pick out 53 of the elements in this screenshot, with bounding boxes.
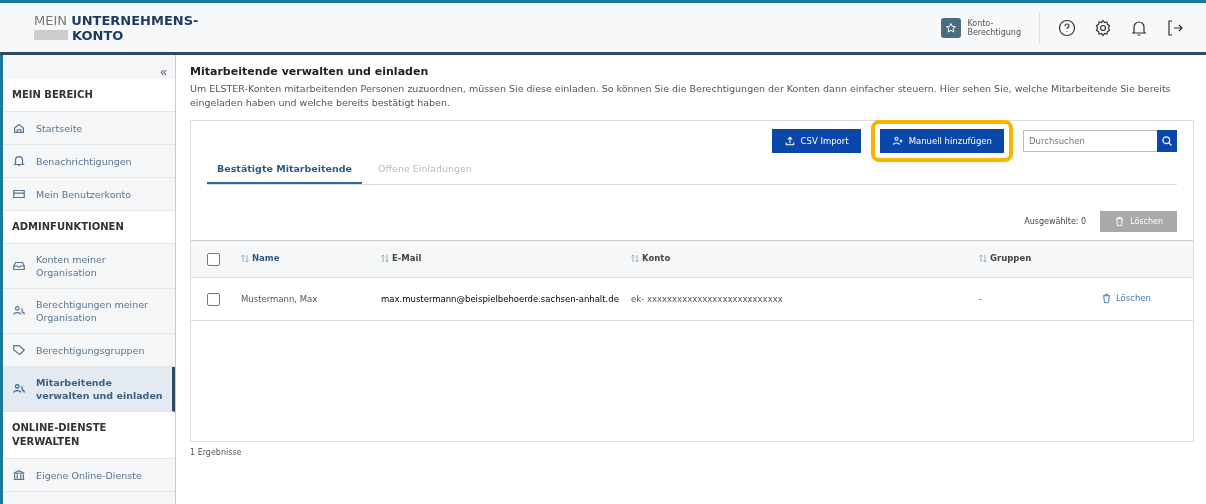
section-heading: ONLINE-DIENSTE VERWALTEN bbox=[3, 412, 175, 459]
result-count: 1 Ergebnisse bbox=[190, 447, 243, 459]
column-header[interactable]: E-Mail bbox=[392, 253, 422, 264]
bank-icon bbox=[12, 468, 26, 482]
help-icon[interactable] bbox=[1058, 18, 1076, 37]
people-icon bbox=[12, 382, 26, 396]
tag-icon bbox=[12, 343, 26, 357]
column-header[interactable]: Konto bbox=[642, 253, 671, 264]
selection-count: Ausgewählte: 0 bbox=[1024, 217, 1087, 226]
sidebar-item[interactable]: Konten meiner Organisation bbox=[3, 244, 175, 289]
action-button[interactable]: CSV Import bbox=[771, 129, 861, 153]
table-cell: - bbox=[979, 294, 983, 304]
select-all-checkbox[interactable] bbox=[206, 252, 220, 266]
intro-text: Um ELSTER-Konten mitarbeitenden Personen zuzuordnen, müssen Sie diese einladen. So können Sie die Berechtigungen der Konten dann einfacher steuern. Hier sehen Sie, welche Mitarbeitende Sie bereits eingeladen haben und welche bereits bestätigt haben. bbox=[190, 82, 1172, 110]
trash-icon bbox=[1101, 292, 1112, 304]
page-title: Mitarbeitende verwalten und einladen bbox=[190, 65, 430, 78]
people-icon bbox=[12, 304, 26, 318]
sidebar-item[interactable]: Berechtigungen meiner Organisation bbox=[3, 289, 175, 334]
table-cell: ek- xxxxxxxxxxxxxxxxxxxxxxxxxxx bbox=[631, 294, 783, 304]
logo-text: UNTERNEHMENS- bbox=[71, 12, 199, 28]
person-add-icon bbox=[891, 135, 904, 147]
table-cell: Mustermann, Max bbox=[241, 294, 318, 304]
section-heading: ADMINFUNKTIONEN bbox=[3, 211, 175, 244]
delete-link[interactable]: Löschen bbox=[1089, 292, 1151, 304]
star-icon bbox=[945, 21, 958, 34]
column-header[interactable]: Gruppen bbox=[990, 253, 1032, 264]
trash-icon bbox=[1114, 216, 1126, 227]
sidebar-item[interactable]: Mitarbeitende verwalten und einladen bbox=[3, 367, 175, 412]
settings-icon[interactable] bbox=[1094, 18, 1112, 37]
table-cell: max.mustermann@beispielbehoerde.sachsen-anhalt.de bbox=[381, 294, 619, 304]
collapse-button[interactable]: « bbox=[160, 65, 167, 79]
search-icon bbox=[1161, 135, 1173, 147]
search-button[interactable] bbox=[1157, 130, 1177, 152]
search-field[interactable]: Durchsuchen bbox=[1023, 130, 1157, 152]
home-icon bbox=[12, 121, 26, 135]
upload-icon bbox=[783, 135, 796, 147]
logo-text: MEIN bbox=[34, 12, 67, 28]
logo-text: KONTO bbox=[72, 27, 124, 43]
sidebar-item[interactable]: Benachrichtigungen bbox=[3, 145, 175, 178]
logo-bar bbox=[34, 30, 68, 40]
account-permission-button[interactable]: Konto- Berechtigung bbox=[941, 17, 1021, 38]
sidebar-item[interactable]: Eigene Online-Dienste bbox=[3, 459, 175, 492]
section-heading: MEIN BEREICH bbox=[3, 79, 175, 112]
card-icon bbox=[12, 187, 26, 201]
bell-icon bbox=[12, 154, 26, 168]
column-header[interactable]: Name bbox=[252, 253, 280, 264]
notification-bell-icon[interactable] bbox=[1130, 18, 1148, 37]
inbox-icon bbox=[12, 259, 26, 273]
action-button[interactable]: Manuell hinzufügen bbox=[879, 129, 1004, 153]
row-checkbox[interactable] bbox=[206, 292, 220, 306]
sidebar-item[interactable]: Startseite bbox=[3, 112, 175, 145]
logout-icon[interactable] bbox=[1166, 18, 1184, 37]
tab[interactable]: Bestätigte Mitarbeitende bbox=[207, 157, 363, 184]
